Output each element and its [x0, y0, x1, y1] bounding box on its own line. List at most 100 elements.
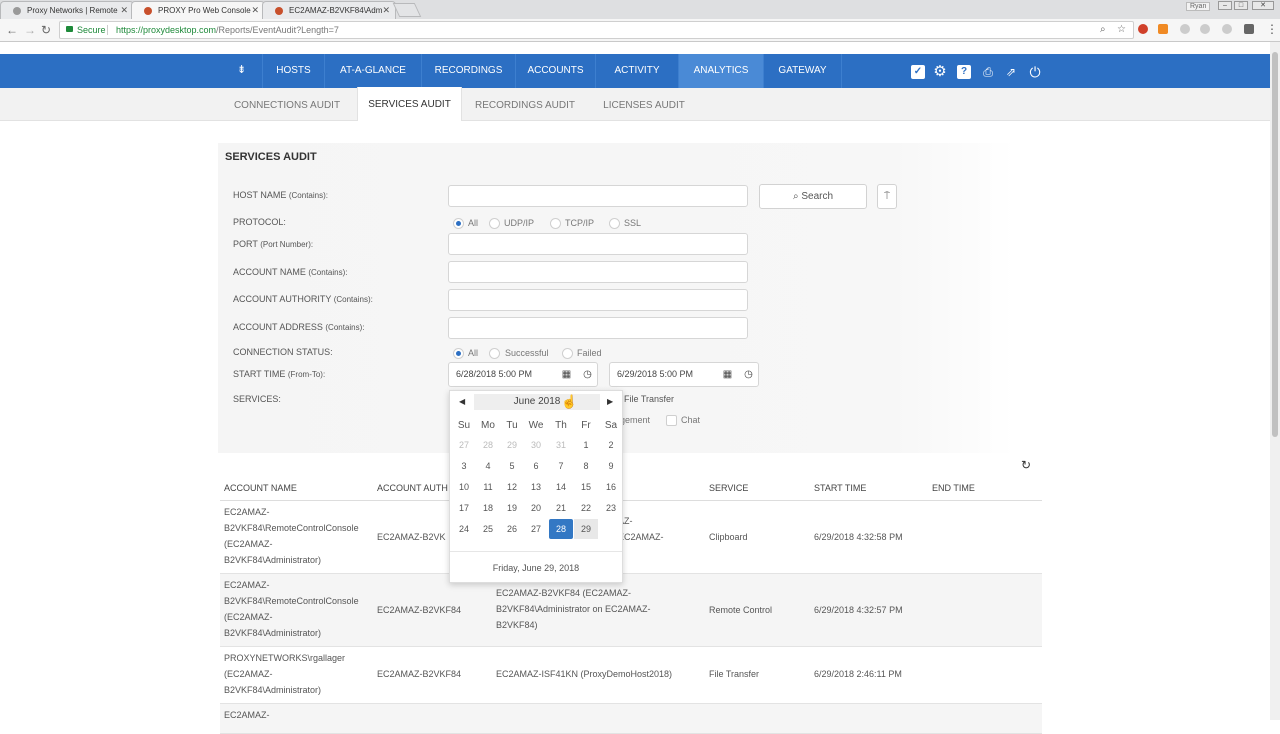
table-row[interactable]: PROXYNETWORKS\rgallager (EC2AMAZ- B2VKF8…	[220, 647, 1042, 704]
browser-tab-2[interactable]: PROXY Pro Web Console ✕	[131, 1, 265, 19]
month-switch[interactable]: June 2018	[474, 394, 600, 410]
browser-menu-icon[interactable]: ⋮	[1266, 22, 1278, 36]
calendar-day[interactable]: 6	[524, 456, 548, 476]
previous-month-icon[interactable]: ◀	[459, 397, 465, 406]
protocol-all-radio[interactable]	[453, 218, 464, 229]
extension-icon[interactable]	[1200, 24, 1210, 34]
calendar-day[interactable]: 25	[476, 519, 500, 539]
calendar-icon[interactable]: ▦	[560, 368, 573, 381]
account-address-input[interactable]	[448, 317, 748, 339]
bookmark-star-icon[interactable]: ☆	[1117, 22, 1126, 38]
close-icon[interactable]: ✕	[251, 5, 259, 16]
tab-services-audit[interactable]: SERVICES AUDIT	[357, 87, 462, 121]
nav-accounts[interactable]: ACCOUNTS	[515, 54, 595, 88]
tab-connections-audit[interactable]: CONNECTIONS AUDIT	[222, 88, 352, 121]
clear-filter-button[interactable]: ⍑	[877, 184, 897, 209]
table-row[interactable]: EC2AMAZ-	[220, 704, 1042, 734]
calendar-day[interactable]: 27	[524, 519, 548, 539]
share-icon[interactable]: ⇗	[1004, 65, 1018, 79]
nav-gateway[interactable]: GATEWAY	[763, 54, 842, 88]
next-month-icon[interactable]: ▶	[607, 397, 613, 406]
status-failed-radio[interactable]	[562, 348, 573, 359]
calendar-day[interactable]: 19	[500, 498, 524, 518]
calendar-day[interactable]: 20	[524, 498, 548, 518]
status-all-radio[interactable]	[453, 348, 464, 359]
clock-icon[interactable]: ◷	[581, 368, 594, 381]
calendar-day[interactable]: 21	[549, 498, 573, 518]
calendar-day[interactable]: 26	[500, 519, 524, 539]
calendar-day[interactable]: 10	[452, 477, 476, 497]
tab-licenses-audit[interactable]: LICENSES AUDIT	[590, 88, 698, 121]
close-icon[interactable]: ✕	[382, 5, 390, 16]
calendar-icon[interactable]: ▦	[721, 368, 734, 381]
power-icon[interactable]: ⏻	[1028, 65, 1042, 79]
browser-tab-3[interactable]: EC2AMAZ-B2VKF84\Adm ✕	[262, 1, 396, 19]
calendar-day[interactable]: 8	[574, 456, 598, 476]
table-row[interactable]: EC2AMAZ- B2VKF84\RemoteControlConsole (E…	[220, 574, 1042, 647]
zoom-icon[interactable]: ⌕	[1100, 22, 1106, 38]
calendar-day[interactable]: 14	[549, 477, 573, 497]
calendar-day[interactable]: 13	[524, 477, 548, 497]
print-icon[interactable]: ⎙	[981, 65, 995, 79]
extension-icon[interactable]	[1222, 24, 1232, 34]
nav-recordings[interactable]: RECORDINGS	[421, 54, 515, 88]
extension-io-icon[interactable]	[1244, 24, 1254, 34]
calendar-day[interactable]: 4	[476, 456, 500, 476]
new-tab-button[interactable]	[392, 3, 422, 17]
calendar-day[interactable]: 31	[549, 435, 573, 455]
calendar-day[interactable]: 15	[574, 477, 598, 497]
calendar-day[interactable]: 12	[500, 477, 524, 497]
calendar-day[interactable]: 11	[476, 477, 500, 497]
calendar-day[interactable]: 5	[500, 456, 524, 476]
column-header[interactable]: SERVICE	[709, 483, 748, 493]
nav-at-a-glance[interactable]: AT-A-GLANCE	[324, 54, 421, 88]
pin-icon[interactable]: ⇟	[237, 63, 246, 76]
address-bar[interactable]: Secure https://proxydesktop.com/Reports/…	[59, 21, 1134, 39]
calendar-day[interactable]: 16	[599, 477, 623, 497]
nav-hosts[interactable]: HOSTS	[262, 54, 324, 88]
profile-badge[interactable]: Ryan	[1186, 2, 1211, 11]
account-authority-input[interactable]	[448, 289, 748, 311]
nav-analytics[interactable]: ANALYTICS	[678, 54, 763, 88]
browser-tab-1[interactable]: Proxy Networks | Remote ✕	[0, 1, 134, 19]
nav-activity[interactable]: ACTIVITY	[595, 54, 678, 88]
start-time-to-input[interactable]: 6/29/2018 5:00 PM	[609, 362, 759, 387]
column-header[interactable]: START TIME	[814, 483, 866, 493]
service-chat-checkbox[interactable]	[666, 415, 677, 426]
extension-rss-icon[interactable]	[1158, 24, 1168, 34]
search-button[interactable]: ⌕ Search	[759, 184, 867, 209]
calendar-day[interactable]: 23	[599, 498, 623, 518]
calendar-day[interactable]: 29	[500, 435, 524, 455]
calendar-day[interactable]: 22	[574, 498, 598, 518]
page-scrollbar[interactable]	[1270, 42, 1280, 720]
calendar-day[interactable]: 9	[599, 456, 623, 476]
close-icon[interactable]: ✕	[120, 5, 128, 16]
protocol-udp-radio[interactable]	[489, 218, 500, 229]
calendar-day[interactable]: 28	[476, 435, 500, 455]
protocol-tcp-radio[interactable]	[550, 218, 561, 229]
reload-icon[interactable]: ↻	[41, 23, 51, 37]
tab-recordings-audit[interactable]: RECORDINGS AUDIT	[465, 88, 585, 121]
start-time-from-input[interactable]: 6/28/2018 5:00 PM	[448, 362, 598, 387]
back-icon[interactable]: ←	[6, 23, 18, 37]
calendar-day[interactable]: 3	[452, 456, 476, 476]
window-close-icon[interactable]: ✕	[1252, 1, 1274, 10]
checklist-icon[interactable]: ✓	[911, 65, 925, 79]
refresh-icon[interactable]: ↻	[1021, 458, 1031, 472]
maximize-icon[interactable]: □	[1234, 1, 1248, 10]
status-successful-radio[interactable]	[489, 348, 500, 359]
calendar-day[interactable]: 28	[549, 519, 573, 539]
host-name-input[interactable]	[448, 185, 748, 207]
forward-icon[interactable]: →	[24, 23, 36, 37]
gear-icon[interactable]: ⚙	[933, 64, 947, 79]
today-button[interactable]: Friday, June 29, 2018	[450, 551, 622, 583]
scrollbar-thumb[interactable]	[1272, 52, 1278, 437]
table-row[interactable]: EC2AMAZ- B2VKF84\RemoteControlConsole (E…	[220, 501, 1042, 574]
calendar-day[interactable]: 27	[452, 435, 476, 455]
extension-icon[interactable]	[1180, 24, 1190, 34]
help-icon[interactable]: ?	[957, 65, 971, 79]
clock-icon[interactable]: ◷	[742, 368, 755, 381]
column-header[interactable]: ACCOUNT AUTH	[377, 483, 448, 493]
calendar-day[interactable]: 24	[452, 519, 476, 539]
calendar-day[interactable]: 1	[574, 435, 598, 455]
